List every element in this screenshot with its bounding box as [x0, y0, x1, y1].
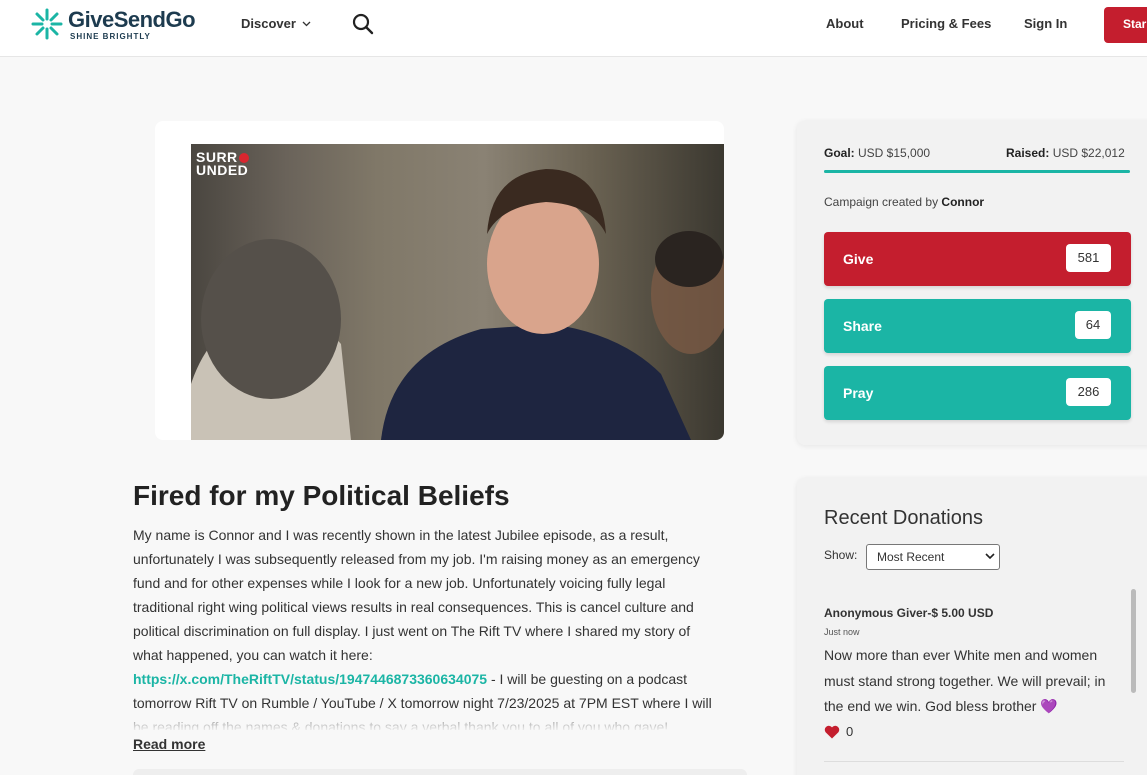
donation-amount: -$ 5.00 USD — [927, 606, 994, 620]
share-button[interactable]: Share 64 — [824, 299, 1131, 353]
creator-name: Connor — [941, 195, 985, 209]
story-text-before-link: My name is Connor and I was recently sho… — [133, 527, 700, 663]
goal-label: Goal: — [824, 146, 855, 160]
give-button[interactable]: Give 581 — [824, 232, 1131, 286]
recent-donations-title: Recent Donations — [824, 507, 983, 529]
campaign-creator: Campaign created by Connor — [824, 195, 984, 209]
like-button[interactable]: 0 — [824, 724, 853, 739]
give-count-badge: 581 — [1066, 244, 1111, 272]
goal-amount: Goal: USD $15,000 — [824, 146, 930, 160]
donation-filter-select[interactable]: Most Recent — [866, 544, 1000, 570]
video-watermark-logo: SURR UNDED — [196, 150, 249, 178]
search-icon — [352, 13, 374, 35]
show-filter-label: Show: — [824, 548, 858, 562]
raised-value: USD $22,012 — [1052, 146, 1125, 160]
donation-time: Just now — [824, 627, 860, 637]
search-button[interactable] — [352, 13, 374, 40]
heart-icon — [824, 725, 840, 738]
top-navbar: GiveSendGo SHINE BRIGHTLY Discover About… — [0, 0, 1147, 57]
nav-discover-label: Discover — [241, 16, 296, 31]
pray-count-badge: 286 — [1066, 378, 1111, 406]
chevron-down-icon — [985, 553, 995, 560]
goal-value: USD $15,000 — [858, 146, 931, 160]
donation-filter-value: Most Recent — [877, 550, 945, 564]
video-frame-illustration — [191, 169, 724, 440]
pray-button[interactable]: Pray 286 — [824, 366, 1131, 420]
story-link[interactable]: https://x.com/TheRiftTV/status/194744687… — [133, 671, 487, 687]
nav-about-link[interactable]: About — [826, 16, 864, 31]
campaign-video[interactable]: SURR UNDED — [191, 144, 724, 440]
nav-discover-dropdown[interactable]: Discover — [241, 16, 311, 31]
pray-label: Pray — [843, 385, 874, 401]
story-section-bottom — [133, 769, 747, 775]
donation-message: Now more than ever White men and women m… — [824, 647, 1106, 714]
story-fade-overlay — [133, 712, 733, 732]
brand-logo[interactable]: GiveSendGo SHINE BRIGHTLY — [30, 6, 196, 41]
donations-scrollbar[interactable] — [1131, 589, 1136, 693]
funding-progress-bar — [824, 170, 1130, 173]
brand-tagline: SHINE BRIGHTLY — [70, 31, 151, 41]
nav-signin-link[interactable]: Sign In — [1024, 16, 1067, 31]
creator-prefix: Campaign created by — [824, 195, 939, 209]
sunburst-logo-icon — [31, 8, 63, 40]
video-watermark-line2: UNDED — [196, 162, 249, 178]
nav-pricing-link[interactable]: Pricing & Fees — [901, 16, 991, 31]
share-count-badge: 64 — [1075, 311, 1111, 339]
raised-amount: Raised: USD $22,012 — [1006, 146, 1125, 160]
start-campaign-button[interactable]: Star — [1104, 7, 1147, 43]
like-count: 0 — [846, 724, 854, 739]
raised-label: Raised: — [1006, 146, 1050, 160]
chevron-down-icon — [302, 21, 311, 26]
donor-name-text: Anonymous Giver — [824, 606, 928, 620]
donor-name: Anonymous Giver-$ 5.00 USD — [824, 606, 993, 620]
campaign-story: My name is Connor and I was recently sho… — [133, 523, 718, 730]
give-label: Give — [843, 251, 874, 267]
read-more-link[interactable]: Read more — [133, 736, 205, 752]
donation-divider — [824, 761, 1124, 762]
campaign-title: Fired for my Political Beliefs — [133, 480, 510, 511]
share-label: Share — [843, 318, 882, 334]
funding-progress-fill — [824, 170, 1130, 173]
brand-name: GiveSendGo — [68, 6, 196, 32]
